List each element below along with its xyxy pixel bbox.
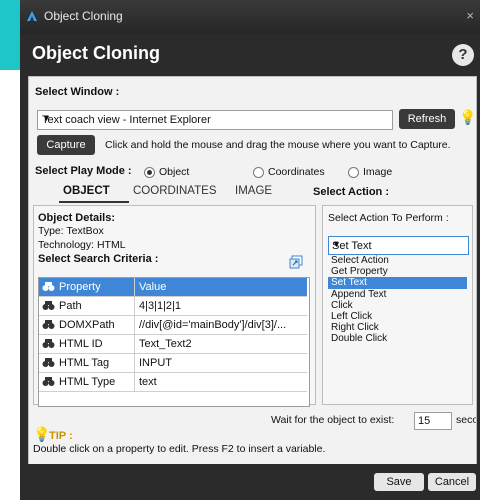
binoculars-icon (42, 282, 55, 291)
action-option[interactable]: Select Action (328, 255, 467, 266)
refresh-button[interactable]: Refresh (399, 109, 455, 129)
tab-object[interactable]: OBJECT (63, 185, 110, 197)
lightbulb-icon: 💡 (459, 109, 477, 125)
binoculars-icon (42, 301, 55, 310)
column-header-value[interactable]: Value (139, 281, 166, 293)
wait-seconds-input[interactable]: 15 (414, 412, 452, 430)
column-header-property[interactable]: Property (59, 281, 101, 293)
wait-seconds-value: 15 (418, 415, 431, 427)
column-divider (134, 354, 135, 372)
grid-header: Property Value (39, 278, 307, 297)
table-row[interactable]: DOMXPath //div[@id='mainBody']/div[3]/..… (39, 316, 307, 335)
property-cell: DOMXPath (59, 319, 115, 331)
object-technology: Technology: HTML (38, 239, 126, 251)
column-divider (134, 373, 135, 391)
value-cell: Text_Text2 (139, 338, 192, 350)
radio-coordinates[interactable] (253, 167, 264, 178)
search-criteria-grid: Property Value Path 4|3|1|2|1 DOMXPath /… (38, 277, 310, 407)
radio-image-label: Image (363, 166, 393, 178)
radio-object[interactable] (144, 167, 155, 178)
close-icon[interactable]: × (466, 8, 474, 23)
radio-coordinates-label: Coordinates (268, 166, 325, 178)
action-option[interactable]: Append Text (328, 289, 467, 300)
app-logo-icon (27, 11, 37, 21)
action-dropdown-list: Select Action Get Property Set Text Appe… (328, 255, 467, 345)
binoculars-icon (42, 377, 55, 386)
window-select[interactable]: Text coach view - Internet Explorer ▼ (37, 110, 393, 130)
property-cell: HTML Tag (59, 357, 110, 369)
dialog-header: Object Cloning (20, 36, 480, 72)
column-divider (134, 297, 135, 315)
window-title: Object Cloning (44, 9, 123, 23)
object-cloning-window: Object Cloning × Object Cloning ? Select… (20, 0, 480, 500)
tip-text: Double click on a property to edit. Pres… (33, 443, 326, 455)
action-option[interactable]: Left Click (328, 311, 467, 322)
object-type: Type: TextBox (38, 225, 104, 237)
binoculars-icon (42, 339, 55, 348)
action-option[interactable]: Double Click (328, 333, 467, 344)
action-select[interactable]: Set Text ▼ (328, 236, 469, 255)
select-window-label: Select Window : (35, 86, 120, 98)
value-cell: //div[@id='mainBody']/div[3]/... (139, 319, 287, 331)
value-cell: text (139, 376, 157, 388)
title-bar: Object Cloning × (20, 0, 480, 34)
table-row[interactable]: Path 4|3|1|2|1 (39, 297, 307, 316)
chevron-down-icon[interactable]: ▼ (42, 113, 388, 123)
action-option-selected[interactable]: Set Text (328, 277, 467, 289)
table-row[interactable]: HTML ID Text_Text2 (39, 335, 307, 354)
column-divider (134, 278, 135, 296)
tab-image[interactable]: IMAGE (235, 185, 272, 197)
chevron-down-icon[interactable]: ▼ (332, 239, 464, 249)
binoculars-icon (42, 320, 55, 329)
search-criteria-label: Select Search Criteria : (38, 253, 159, 265)
capture-button[interactable]: Capture (37, 135, 95, 155)
action-option[interactable]: Right Click (328, 322, 467, 333)
save-button[interactable]: Save (374, 473, 424, 491)
expand-icon[interactable] (289, 255, 303, 269)
capture-hint: Click and hold the mouse and drag the mo… (105, 139, 451, 151)
radio-object-label: Object (159, 166, 190, 178)
wait-unit: seconds (456, 414, 476, 426)
property-cell: HTML Type (59, 376, 116, 388)
action-option[interactable]: Get Property (328, 266, 467, 277)
select-action-box: Select Action To Perform : Set Text ▼ Se… (322, 205, 473, 405)
select-action-label: Select Action To Perform : (328, 212, 449, 224)
property-cell: HTML ID (59, 338, 103, 350)
action-option[interactable]: Click (328, 300, 467, 311)
table-row[interactable]: HTML Type text (39, 373, 307, 392)
tip-label: TIP : (49, 430, 73, 442)
table-row[interactable]: HTML Tag INPUT (39, 354, 307, 373)
page-title: Object Cloning (32, 43, 160, 63)
wait-label: Wait for the object to exist: (271, 414, 395, 426)
play-mode-label: Select Play Mode : (35, 165, 132, 177)
object-details-heading: Object Details: (38, 212, 116, 224)
cancel-button[interactable]: Cancel (428, 473, 476, 491)
tab-coordinates[interactable]: COORDINATES (133, 185, 217, 197)
active-tab-indicator (59, 201, 129, 203)
footer-bar: Save Cancel (20, 464, 480, 500)
radio-image[interactable] (348, 167, 359, 178)
column-divider (134, 316, 135, 334)
select-action-heading: Select Action : (313, 186, 389, 198)
column-divider (134, 335, 135, 353)
value-cell: INPUT (139, 357, 172, 369)
property-cell: Path (59, 300, 82, 312)
lightbulb-icon: 💡 (33, 426, 51, 442)
binoculars-icon (42, 358, 55, 367)
main-panel: Select Window : Text coach view - Intern… (28, 76, 477, 466)
help-icon[interactable]: ? (452, 44, 474, 66)
value-cell: 4|3|1|2|1 (139, 300, 182, 312)
